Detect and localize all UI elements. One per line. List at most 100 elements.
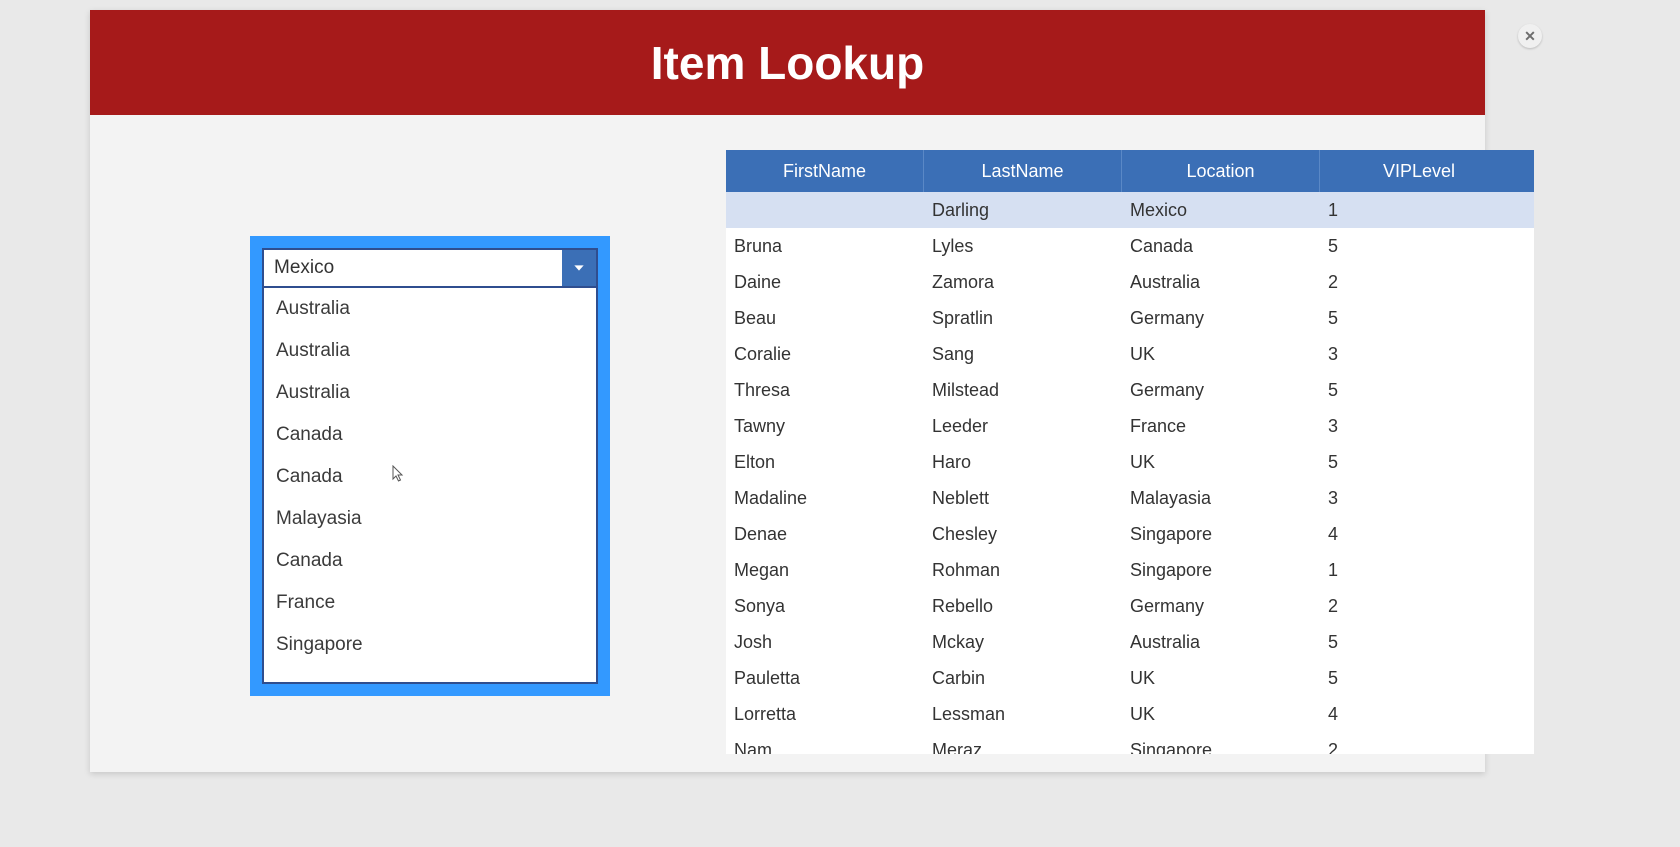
cell-last: Lyles: [924, 236, 1122, 257]
cell-last: Leeder: [924, 416, 1122, 437]
cell-loc: Germany: [1122, 596, 1320, 617]
page-title: Item Lookup: [651, 36, 924, 90]
close-button[interactable]: ✕: [1518, 24, 1542, 48]
cell-vip: 5: [1320, 236, 1518, 257]
table-row[interactable]: PaulettaCarbinUK5: [726, 660, 1534, 696]
cell-loc: UK: [1122, 452, 1320, 473]
results-table: FirstName LastName Location VIPLevel Dar…: [726, 150, 1534, 754]
cell-first: Nam: [726, 740, 924, 755]
cell-first: Madaline: [726, 488, 924, 509]
table-row[interactable]: JoshMckayAustralia5: [726, 624, 1534, 660]
cell-vip: 3: [1320, 488, 1518, 509]
cell-last: Neblett: [924, 488, 1122, 509]
table-row[interactable]: EltonHaroUK5: [726, 444, 1534, 480]
chevron-down-icon[interactable]: [562, 250, 596, 286]
cell-last: Rohman: [924, 560, 1122, 581]
cell-vip: 3: [1320, 344, 1518, 365]
cell-vip: 5: [1320, 452, 1518, 473]
cell-loc: Australia: [1122, 272, 1320, 293]
cell-loc: Singapore: [1122, 560, 1320, 581]
cell-first: Lorretta: [726, 704, 924, 725]
dropdown-option[interactable]: Australia: [264, 372, 596, 414]
cell-last: Chesley: [924, 524, 1122, 545]
cell-vip: 4: [1320, 704, 1518, 725]
dropdown-option[interactable]: Canada: [264, 414, 596, 456]
cell-vip: 5: [1320, 380, 1518, 401]
cell-vip: 2: [1320, 596, 1518, 617]
cell-last: Lessman: [924, 704, 1122, 725]
column-header-viplevel[interactable]: VIPLevel: [1320, 150, 1518, 192]
cell-loc: Singapore: [1122, 524, 1320, 545]
table-row[interactable]: NamMerazSingapore2: [726, 732, 1534, 754]
cell-last: Carbin: [924, 668, 1122, 689]
dropdown-option[interactable]: France: [264, 582, 596, 624]
cell-last: Sang: [924, 344, 1122, 365]
table-row[interactable]: TawnyLeederFrance3: [726, 408, 1534, 444]
cell-loc: UK: [1122, 668, 1320, 689]
dropdown-list[interactable]: AustraliaAustraliaAustraliaCanadaCanadaM…: [262, 288, 598, 684]
cell-first: Coralie: [726, 344, 924, 365]
cell-last: Zamora: [924, 272, 1122, 293]
cell-first: Denae: [726, 524, 924, 545]
table-row[interactable]: CoralieSangUK3: [726, 336, 1534, 372]
cell-loc: Germany: [1122, 380, 1320, 401]
column-header-location[interactable]: Location: [1122, 150, 1320, 192]
table-row[interactable]: LorrettaLessmanUK4: [726, 696, 1534, 732]
dropdown-option[interactable]: Australia: [264, 288, 596, 330]
cell-loc: France: [1122, 416, 1320, 437]
dropdown-option[interactable]: Canada: [264, 456, 596, 498]
modal-panel: Item Lookup Mexico AustraliaAustraliaAus…: [90, 10, 1485, 772]
cell-first: Beau: [726, 308, 924, 329]
cell-last: Haro: [924, 452, 1122, 473]
cell-first: Pauletta: [726, 668, 924, 689]
table-body[interactable]: DarlingMexico1BrunaLylesCanada5DaineZamo…: [726, 192, 1534, 754]
cell-loc: Malayasia: [1122, 488, 1320, 509]
table-row[interactable]: BrunaLylesCanada5: [726, 228, 1534, 264]
cell-last: Mckay: [924, 632, 1122, 653]
column-header-firstname[interactable]: FirstName: [726, 150, 924, 192]
table-row[interactable]: MadalineNeblettMalayasia3: [726, 480, 1534, 516]
table-row[interactable]: DenaeChesleySingapore4: [726, 516, 1534, 552]
cell-first: Thresa: [726, 380, 924, 401]
cell-first: Tawny: [726, 416, 924, 437]
dropdown-option[interactable]: Australia: [264, 330, 596, 372]
cell-loc: Canada: [1122, 236, 1320, 257]
dropdown-selected-value[interactable]: Mexico: [264, 250, 562, 286]
cell-first: Josh: [726, 632, 924, 653]
table-row[interactable]: MeganRohmanSingapore1: [726, 552, 1534, 588]
cell-first: Daine: [726, 272, 924, 293]
cell-last: Meraz: [924, 740, 1122, 755]
table-row[interactable]: DarlingMexico1: [726, 192, 1534, 228]
cell-vip: 4: [1320, 524, 1518, 545]
cell-first: Elton: [726, 452, 924, 473]
location-dropdown[interactable]: Mexico AustraliaAustraliaAustraliaCanada…: [250, 236, 610, 696]
table-row[interactable]: SonyaRebelloGermany2: [726, 588, 1534, 624]
cell-loc: Germany: [1122, 308, 1320, 329]
cell-loc: Mexico: [1122, 200, 1320, 221]
cell-loc: UK: [1122, 344, 1320, 365]
dropdown-option[interactable]: Singapore: [264, 624, 596, 666]
cell-loc: UK: [1122, 704, 1320, 725]
dropdown-option[interactable]: Canada: [264, 540, 596, 582]
cell-vip: 1: [1320, 200, 1518, 221]
cell-vip: 2: [1320, 740, 1518, 755]
table-header-row: FirstName LastName Location VIPLevel: [726, 150, 1534, 192]
cell-last: Darling: [924, 200, 1122, 221]
cell-first: Bruna: [726, 236, 924, 257]
cell-vip: 2: [1320, 272, 1518, 293]
dropdown-option[interactable]: Malayasia: [264, 498, 596, 540]
cell-loc: Singapore: [1122, 740, 1320, 755]
cell-last: Spratlin: [924, 308, 1122, 329]
dropdown-field[interactable]: Mexico: [262, 248, 598, 288]
table-row[interactable]: ThresaMilsteadGermany5: [726, 372, 1534, 408]
cell-last: Milstead: [924, 380, 1122, 401]
cell-vip: 5: [1320, 632, 1518, 653]
cell-vip: 3: [1320, 416, 1518, 437]
cell-first: Sonya: [726, 596, 924, 617]
table-row[interactable]: DaineZamoraAustralia2: [726, 264, 1534, 300]
table-row[interactable]: BeauSpratlinGermany5: [726, 300, 1534, 336]
column-header-lastname[interactable]: LastName: [924, 150, 1122, 192]
cell-last: Rebello: [924, 596, 1122, 617]
cell-vip: 5: [1320, 308, 1518, 329]
modal-header: Item Lookup: [90, 10, 1485, 115]
